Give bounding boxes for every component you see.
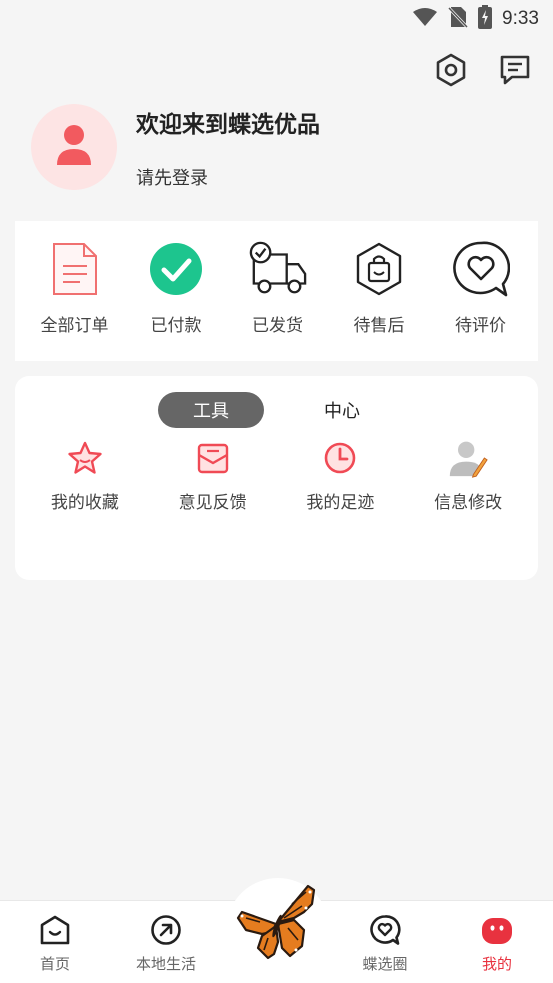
order-paid[interactable]: 已付款 (129, 239, 224, 361)
shopping-bag-icon (349, 239, 409, 299)
nav-label: 首页 (39, 955, 70, 973)
order-shipped[interactable]: 已发货 (230, 239, 325, 361)
mail-icon (193, 438, 233, 478)
order-label: 待售后 (353, 316, 405, 336)
tool-label: 信息修改 (434, 493, 503, 513)
tools-row: 我的收藏 意见反馈 我的足迹 信息修改 (15, 438, 538, 513)
tools-card: 工具 中心 我的收藏 意见反馈 我的足迹 信息修改 (15, 376, 538, 580)
nav-home[interactable]: 首页 (10, 913, 100, 974)
star-icon (65, 438, 105, 478)
clock-icon (320, 438, 360, 478)
tools-tabs: 工具 中心 (15, 392, 538, 428)
document-icon (45, 239, 105, 299)
settings-icon[interactable] (433, 52, 469, 88)
user-icon (54, 123, 94, 171)
delivery-truck-icon (248, 239, 308, 299)
order-label: 已发货 (252, 316, 303, 336)
tool-history[interactable]: 我的足迹 (285, 438, 395, 513)
butterfly-icon (232, 882, 324, 968)
nav-label: 本地生活 (135, 955, 196, 973)
orders-card: 全部订单 已付款 已发货 待售后 待评价 (15, 221, 538, 361)
tool-label: 我的收藏 (50, 493, 119, 513)
no-sim-icon (447, 6, 469, 32)
nav-label: 我的 (481, 955, 512, 973)
tool-favorites[interactable]: 我的收藏 (30, 438, 140, 513)
compass-arrow-icon (149, 913, 183, 947)
nav-label: 蝶选圈 (362, 955, 408, 973)
profile-section[interactable]: 欢迎来到蝶选优品 请先登录 (31, 104, 320, 190)
nav-circle[interactable]: 蝶选圈 (340, 913, 430, 974)
order-label: 已付款 (150, 316, 202, 336)
nav-local-life[interactable]: 本地生活 (121, 913, 211, 974)
nav-mine[interactable]: 我的 (452, 913, 542, 974)
heart-chat-icon (451, 239, 511, 299)
header-actions (433, 52, 533, 88)
tab-center[interactable]: 中心 (305, 392, 379, 428)
welcome-title: 欢迎来到蝶选优品 (136, 111, 320, 138)
face-icon (480, 913, 514, 947)
check-circle-icon (146, 239, 206, 299)
order-aftersale[interactable]: 待售后 (332, 239, 427, 361)
home-smile-icon (38, 913, 72, 947)
tool-label: 意见反馈 (178, 493, 247, 513)
battery-charging-icon (478, 5, 493, 33)
tool-edit-info[interactable]: 信息修改 (413, 438, 523, 513)
status-time: 9:33 (502, 8, 539, 29)
order-label: 全部订单 (40, 316, 109, 336)
wifi-icon (412, 7, 438, 31)
avatar[interactable] (31, 104, 117, 190)
tool-label: 我的足迹 (306, 493, 375, 513)
user-edit-icon (448, 438, 488, 478)
center-butterfly-button[interactable] (228, 882, 328, 968)
tool-feedback[interactable]: 意见反馈 (158, 438, 268, 513)
message-icon[interactable] (497, 52, 533, 88)
order-review[interactable]: 待评价 (433, 239, 528, 361)
login-link[interactable]: 请先登录 (136, 164, 320, 190)
status-bar: 9:33 (0, 0, 553, 38)
order-all[interactable]: 全部订单 (27, 239, 122, 361)
heart-bubble-icon (368, 913, 402, 947)
tab-tools[interactable]: 工具 (158, 392, 264, 428)
order-label: 待评价 (455, 316, 506, 336)
